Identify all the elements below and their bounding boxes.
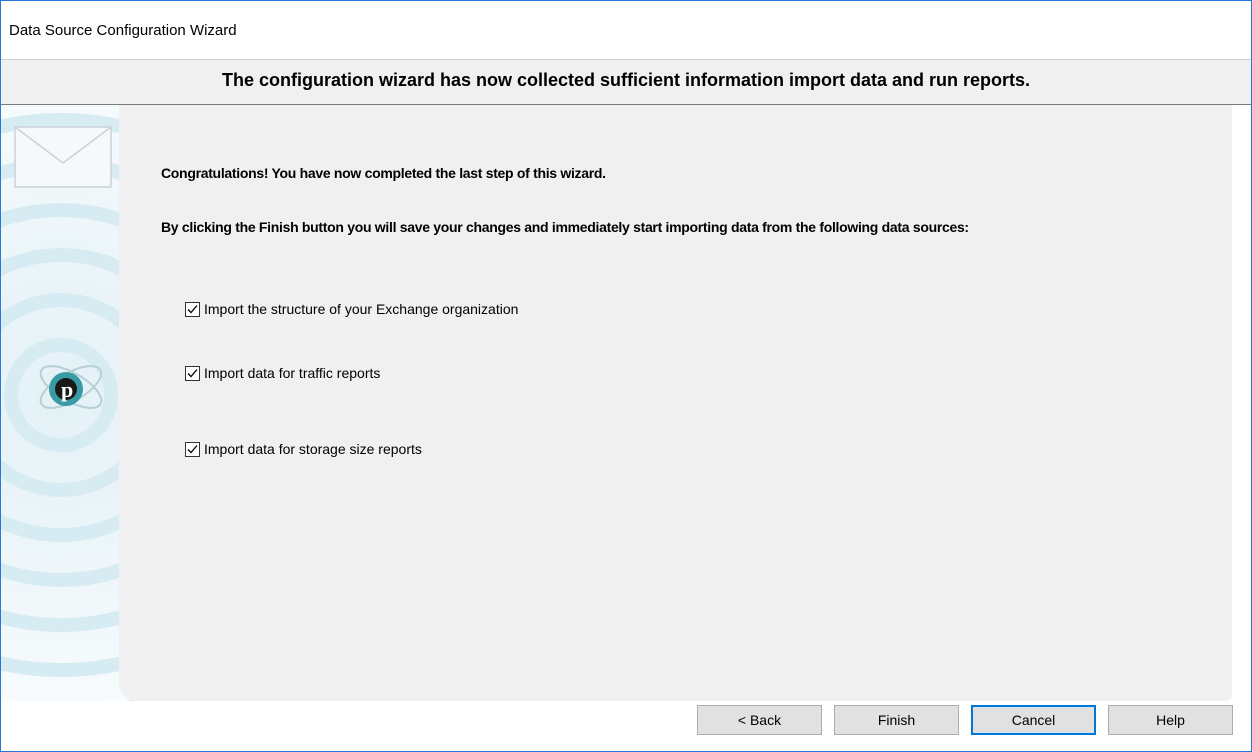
cancel-button[interactable]: Cancel (971, 705, 1096, 735)
title-bar: Data Source Configuration Wizard (1, 1, 1251, 59)
option-import-storage[interactable]: Import data for storage size reports (185, 439, 422, 459)
wizard-window: Data Source Configuration Wizard The con… (0, 0, 1252, 752)
window-title: Data Source Configuration Wizard (9, 22, 237, 39)
button-bar: < Back Finish Cancel Help (1, 701, 1251, 751)
option-import-structure[interactable]: Import the structure of your Exchange or… (185, 299, 518, 319)
envelope-icon (14, 126, 112, 188)
congratulations-text: Congratulations! You have now completed … (161, 165, 606, 181)
finish-button[interactable]: Finish (834, 705, 959, 735)
checkmark-icon (187, 304, 198, 313)
import-structure-checkbox[interactable] (185, 301, 200, 317)
checkmark-icon (187, 444, 198, 453)
import-storage-checkbox[interactable] (185, 441, 200, 457)
finish-info-text: By clicking the Finish button you will s… (161, 219, 969, 235)
header-text: The configuration wizard has now collect… (221, 70, 1031, 90)
import-storage-label: Import data for storage size reports (204, 441, 422, 457)
svg-text:p: p (61, 377, 73, 402)
import-structure-label: Import the structure of your Exchange or… (204, 301, 519, 317)
content-panel: Congratulations! You have now completed … (119, 105, 1232, 701)
option-import-traffic[interactable]: Import data for traffic reports (185, 363, 380, 383)
checkmark-icon (187, 368, 198, 377)
import-traffic-label: Import data for traffic reports (204, 365, 381, 381)
wizard-header: The configuration wizard has now collect… (1, 59, 1251, 105)
help-button[interactable]: Help (1108, 705, 1233, 735)
back-button[interactable]: < Back (697, 705, 822, 735)
import-traffic-checkbox[interactable] (185, 365, 200, 381)
